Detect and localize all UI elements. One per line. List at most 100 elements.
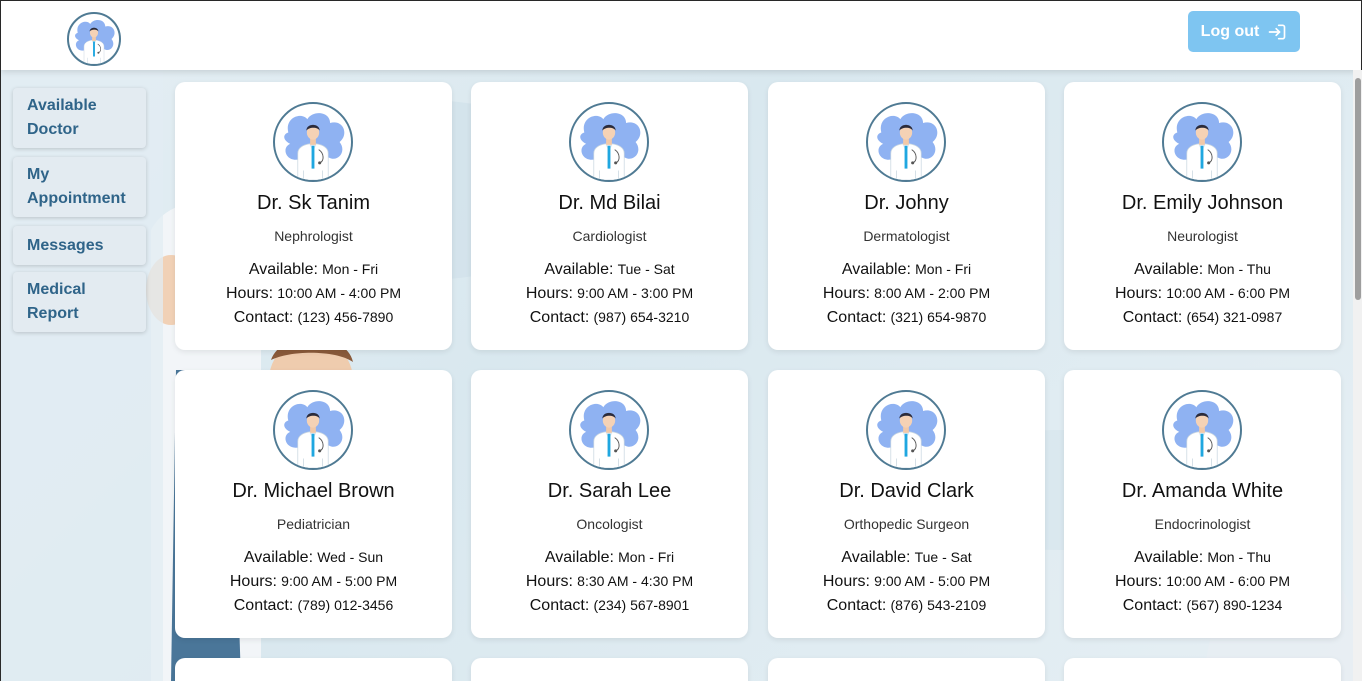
available-days: Tue - Sat <box>914 549 972 565</box>
available-days: Mon - Fri <box>618 549 675 565</box>
contact-label: Contact: <box>529 309 590 326</box>
contact-line: Contact: (654) 321-0987 <box>1064 309 1341 327</box>
available-label: Available: <box>841 261 911 278</box>
doctor-card[interactable]: Dr. Emily Johnson Neurologist Available: M… <box>1064 82 1341 350</box>
doctor-name: Dr. Michael Brown <box>232 480 395 502</box>
doctor-card-partial[interactable] <box>1064 658 1341 681</box>
logout-button[interactable]: Log out <box>1188 11 1300 52</box>
doctor-card-partial[interactable] <box>768 658 1045 681</box>
doctor-specialty: Orthopedic Surgeon <box>843 516 970 532</box>
contact-label: Contact: <box>233 597 294 614</box>
doctor-card[interactable]: Dr. Michael Brown Pediatrician Available: … <box>175 370 452 638</box>
availability-line: Available: Mon - Thu <box>1064 261 1341 279</box>
doctor-avatar-icon <box>866 390 946 470</box>
sidebar-item-label: Report <box>27 305 79 322</box>
doctor-specialty: Pediatrician <box>276 516 351 532</box>
doctor-specialty: Neurologist <box>1167 228 1238 244</box>
availability-line: Available: Mon - Fri <box>471 549 748 567</box>
available-label: Available: <box>1134 549 1204 566</box>
scrollbar[interactable] <box>1353 70 1362 681</box>
doctor-card-partial[interactable] <box>175 658 452 681</box>
sidebar-item-label: Messages <box>27 237 104 254</box>
doctor-avatar-icon <box>1162 102 1242 182</box>
hours-label: Hours: <box>229 573 277 590</box>
available-days: Mon - Thu <box>1207 549 1271 565</box>
doctor-card-partial[interactable] <box>471 658 748 681</box>
doctor-card[interactable]: Dr. Md Bilai Cardiologist Available: Tue -… <box>471 82 748 350</box>
availability-line: Available: Mon - Fri <box>768 261 1045 279</box>
hours-line: Hours: 10:00 AM - 6:00 PM <box>1064 285 1341 303</box>
sidebar-item-label: Appointment <box>27 190 126 207</box>
contact-value: (234) 567-8901 <box>593 597 690 613</box>
doctor-avatar-icon <box>569 390 649 470</box>
top-header: Log out <box>1 1 1361 70</box>
available-days: Wed - Sun <box>317 549 384 565</box>
hours-line: Hours: 8:00 AM - 2:00 PM <box>768 285 1045 303</box>
available-label: Available: <box>1134 261 1204 278</box>
sidebar-item-label: Medical <box>27 281 86 298</box>
hours-line: Hours: 9:00 AM - 5:00 PM <box>768 573 1045 591</box>
doctor-avatar-icon <box>866 102 946 182</box>
hours-value: 10:00 AM - 4:00 PM <box>277 285 402 301</box>
available-days: Mon - Fri <box>322 261 379 277</box>
doctor-specialty: Dermatologist <box>863 228 950 244</box>
contact-value: (654) 321-0987 <box>1186 309 1283 325</box>
hours-value: 8:30 AM - 4:30 PM <box>577 573 694 589</box>
availability-line: Available: Tue - Sat <box>471 261 748 279</box>
availability-line: Available: Wed - Sun <box>175 549 452 567</box>
hours-line: Hours: 10:00 AM - 6:00 PM <box>1064 573 1341 591</box>
doctor-card[interactable]: Dr. Sk Tanim Nephrologist Available: Mon -… <box>175 82 452 350</box>
doctor-avatar-icon[interactable] <box>67 12 121 66</box>
contact-value: (789) 012-3456 <box>297 597 394 613</box>
availability-line: Available: Mon - Thu <box>1064 549 1341 567</box>
contact-line: Contact: (567) 890-1234 <box>1064 597 1341 615</box>
availability-line: Available: Mon - Fri <box>175 261 452 279</box>
hours-label: Hours: <box>822 285 870 302</box>
available-days: Mon - Thu <box>1207 261 1271 277</box>
doctor-name: Dr. Amanda White <box>1121 480 1284 502</box>
doctor-name: Dr. Emily Johnson <box>1121 192 1284 214</box>
contact-label: Contact: <box>826 597 887 614</box>
hours-label: Hours: <box>525 573 573 590</box>
sidebar-item-messages[interactable]: Messages <box>13 226 146 265</box>
doctor-name: Dr. Sarah Lee <box>547 480 672 502</box>
contact-line: Contact: (321) 654-9870 <box>768 309 1045 327</box>
hours-label: Hours: <box>525 285 573 302</box>
available-label: Available: <box>544 549 614 566</box>
doctor-card[interactable]: Dr. Amanda White Endocrinologist Available… <box>1064 370 1341 638</box>
logout-arrow-icon <box>1268 24 1286 40</box>
doctor-specialty: Cardiologist <box>572 228 647 244</box>
doctor-avatar-icon <box>273 102 353 182</box>
doctor-specialty: Endocrinologist <box>1154 516 1251 532</box>
sidebar-item-my-appointment[interactable]: My Appointment <box>13 157 146 217</box>
logout-label: Log out <box>1200 22 1260 40</box>
doctor-card[interactable]: Dr. David Clark Orthopedic Surgeon Availab… <box>768 370 1045 638</box>
contact-value: (987) 654-3210 <box>593 309 690 325</box>
doctor-name: Dr. Md Bilai <box>558 192 661 214</box>
doctor-name: Dr. Johny <box>864 192 949 214</box>
contact-line: Contact: (123) 456-7890 <box>175 309 452 327</box>
doctor-card[interactable]: Dr. Sarah Lee Oncologist Available: Mon - … <box>471 370 748 638</box>
sidebar-item-label: Available <box>27 97 97 114</box>
scrollbar-thumb[interactable] <box>1355 78 1361 300</box>
hours-value: 9:00 AM - 3:00 PM <box>577 285 694 301</box>
contact-label: Contact: <box>1122 309 1183 326</box>
sidebar-item-medical-report[interactable]: Medical Report <box>13 272 146 332</box>
available-days: Mon - Fri <box>915 261 972 277</box>
contact-value: (567) 890-1234 <box>1186 597 1283 613</box>
hours-label: Hours: <box>1114 573 1163 590</box>
sidebar: Available Doctor My Appointment Messages… <box>1 70 163 681</box>
hours-value: 9:00 AM - 5:00 PM <box>874 573 991 589</box>
hours-label: Hours: <box>1114 285 1163 302</box>
contact-label: Contact: <box>826 309 887 326</box>
doctor-card[interactable]: Dr. Johny Dermatologist Available: Mon - F… <box>768 82 1045 350</box>
available-label: Available: <box>243 549 314 566</box>
doctor-specialty: Nephrologist <box>274 228 353 244</box>
hours-line: Hours: 9:00 AM - 3:00 PM <box>471 285 748 303</box>
contact-line: Contact: (234) 567-8901 <box>471 597 748 615</box>
doctor-specialty: Oncologist <box>576 516 643 532</box>
sidebar-item-available-doctor[interactable]: Available Doctor <box>13 88 146 148</box>
hours-label: Hours: <box>822 573 870 590</box>
doctor-avatar-icon <box>1162 390 1242 470</box>
available-label: Available: <box>248 261 318 278</box>
